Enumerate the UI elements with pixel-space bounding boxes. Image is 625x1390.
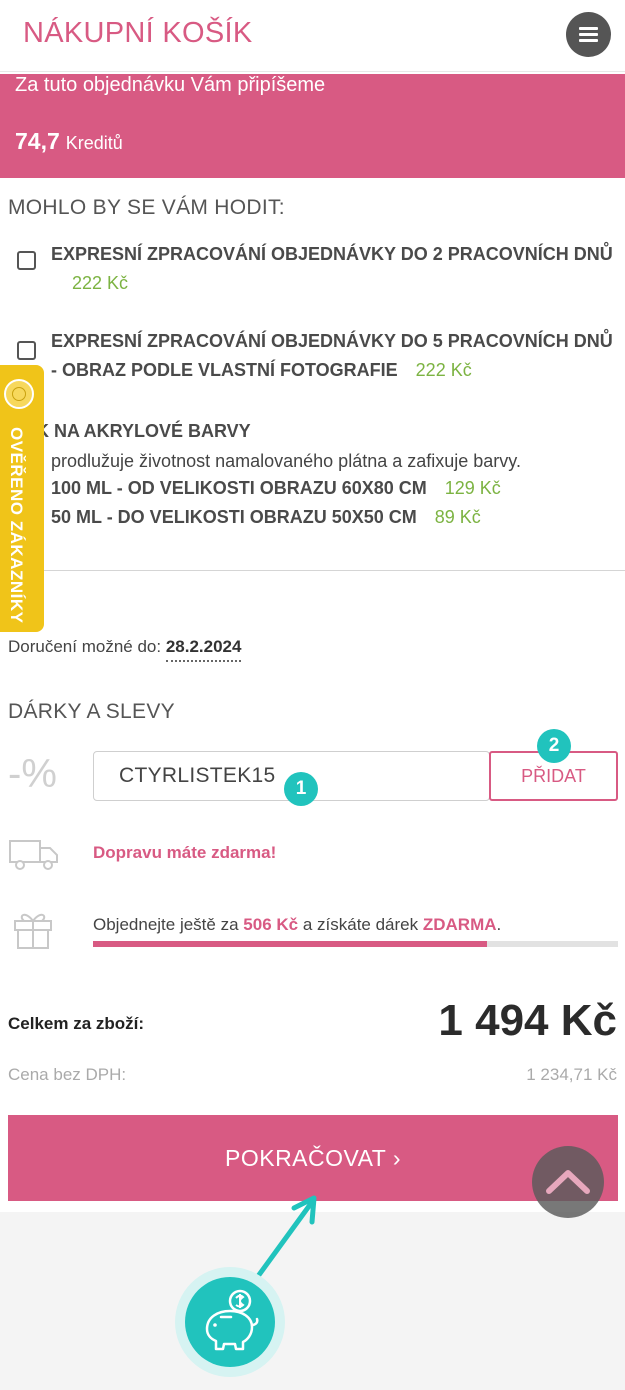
piggy-bank-icon (205, 1289, 259, 1351)
price-without-vat-value: 1 234,71 Kč (526, 1065, 617, 1084)
badge-text: OVĚŘENO ZÁKAZNÍKY (7, 427, 26, 624)
piggy-bank-button[interactable] (185, 1277, 275, 1367)
truck-icon (9, 840, 58, 870)
extras-title: MOHLO BY SE VÁM HODIT: (8, 196, 285, 219)
chevron-up-icon (546, 1170, 590, 1194)
express-5-days-label-line2: - OBRAZ PODLE VLASTNÍ FOTOGRAFIE 222 Kč (51, 360, 472, 380)
gift-threshold-text: Objednejte ještě za 506 Kč a získáte dár… (93, 915, 502, 934)
varnish-description: prodlužuje životnost namalovaného plátna… (51, 451, 521, 471)
verified-customers-badge[interactable]: OVĚŘENO ZÁKAZNÍKY (0, 365, 44, 632)
discounts-title: DÁRKY A SLEVY (8, 700, 175, 723)
goods-total-value: 1 494 Kč (438, 996, 617, 1045)
varnish-title: K NA AKRYLOVÉ BARVY (36, 421, 251, 441)
express-5-days-price: 222 Kč (415, 360, 472, 380)
express-5-days-checkbox[interactable] (17, 341, 36, 360)
hamburger-icon[interactable] (566, 12, 611, 57)
credits-text: Za tuto objednávku Vám připíšeme (15, 74, 326, 96)
express-5-days-label-line1: EXPRESNÍ ZPRACOVÁNÍ OBJEDNÁVKY DO 5 PRAC… (51, 331, 613, 351)
gift-progress-fill (93, 941, 487, 947)
express-2-days-price: 222 Kč (72, 273, 129, 293)
gift-icon (14, 913, 52, 949)
express-2-days-label: EXPRESNÍ ZPRACOVÁNÍ OBJEDNÁVKY DO 2 PRAC… (51, 244, 613, 264)
header: NÁKUPNÍ KOŠÍK (0, 0, 625, 72)
discount-percent-icon: -% (8, 752, 57, 796)
verified-seal-icon (4, 379, 34, 409)
credits-banner: Za tuto objednávku Vám připíšeme 74,7 Kre… (0, 74, 625, 178)
step-marker-2: 2 (537, 729, 571, 763)
goods-total-label: Celkem za zboží: (8, 1014, 145, 1033)
express-2-days-checkbox[interactable] (17, 251, 36, 270)
price-without-vat-label: Cena bez DPH: (8, 1065, 127, 1084)
divider (0, 570, 625, 571)
varnish-option-100ml[interactable]: 100 ML - OD VELIKOSTI OBRAZU 60X80 CM 129… (51, 478, 501, 499)
varnish-option-50ml[interactable]: 50 ML - DO VELIKOSTI OBRAZU 50X50 CM 89 K… (51, 507, 481, 528)
scroll-to-top-button[interactable] (532, 1146, 604, 1218)
delivery-date: Doručení možné do: 28.2.2024 (8, 637, 242, 662)
credits-amount: 74,7 Kreditů (15, 128, 123, 154)
gift-progress-bar (93, 941, 618, 947)
page-title: NÁKUPNÍ KOŠÍK (23, 17, 253, 49)
step-marker-1: 1 (284, 772, 318, 806)
delivery-date-value: 28.2.2024 (165, 637, 242, 662)
cart-page: NÁKUPNÍ KOŠÍK Za tuto objednávku Vám při… (0, 0, 625, 1212)
free-shipping-text: Dopravu máte zdarma! (93, 843, 277, 862)
